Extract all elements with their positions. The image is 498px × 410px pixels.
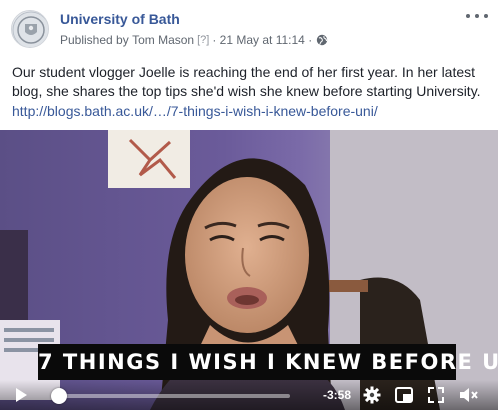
fullscreen-icon[interactable]	[427, 386, 445, 404]
progress-bar[interactable]	[51, 388, 290, 404]
post-meta: Published by Tom Mason [?] · 21 May at 1…	[60, 33, 328, 47]
timestamp-link[interactable]: 21 May at 11:14	[220, 33, 305, 47]
time-remaining: -3:58	[323, 388, 352, 402]
play-icon[interactable]	[13, 387, 29, 403]
volume-mute-icon[interactable]	[459, 386, 479, 404]
post-body: Our student vlogger Joelle is reaching t…	[12, 64, 481, 99]
author-link[interactable]: Tom Mason	[132, 33, 194, 47]
published-prefix: Published by	[60, 33, 129, 47]
video-controls: -3:58	[0, 380, 498, 410]
gear-icon[interactable]	[363, 386, 381, 404]
more-options-icon[interactable]	[466, 8, 488, 24]
meta-separator-2: ·	[308, 33, 313, 47]
picture-in-picture-icon[interactable]	[395, 386, 413, 404]
post-header: University of Bath Published by Tom Maso…	[0, 0, 498, 52]
help-marker[interactable]: [?]	[197, 34, 209, 46]
progress-handle[interactable]	[51, 388, 68, 404]
university-crest-icon[interactable]	[11, 10, 49, 48]
blog-link[interactable]: http://blogs.bath.ac.uk/…/7-things-i-wis…	[12, 103, 378, 119]
globe-icon[interactable]	[316, 34, 328, 46]
meta-separator: ·	[212, 33, 217, 47]
video-caption: 7 THINGS I WISH I KNEW BEFORE UNI	[38, 344, 498, 380]
page-name-link[interactable]: University of Bath	[60, 11, 180, 27]
video-player[interactable]: 7 THINGS I WISH I KNEW BEFORE UNI -3:58	[0, 130, 498, 410]
